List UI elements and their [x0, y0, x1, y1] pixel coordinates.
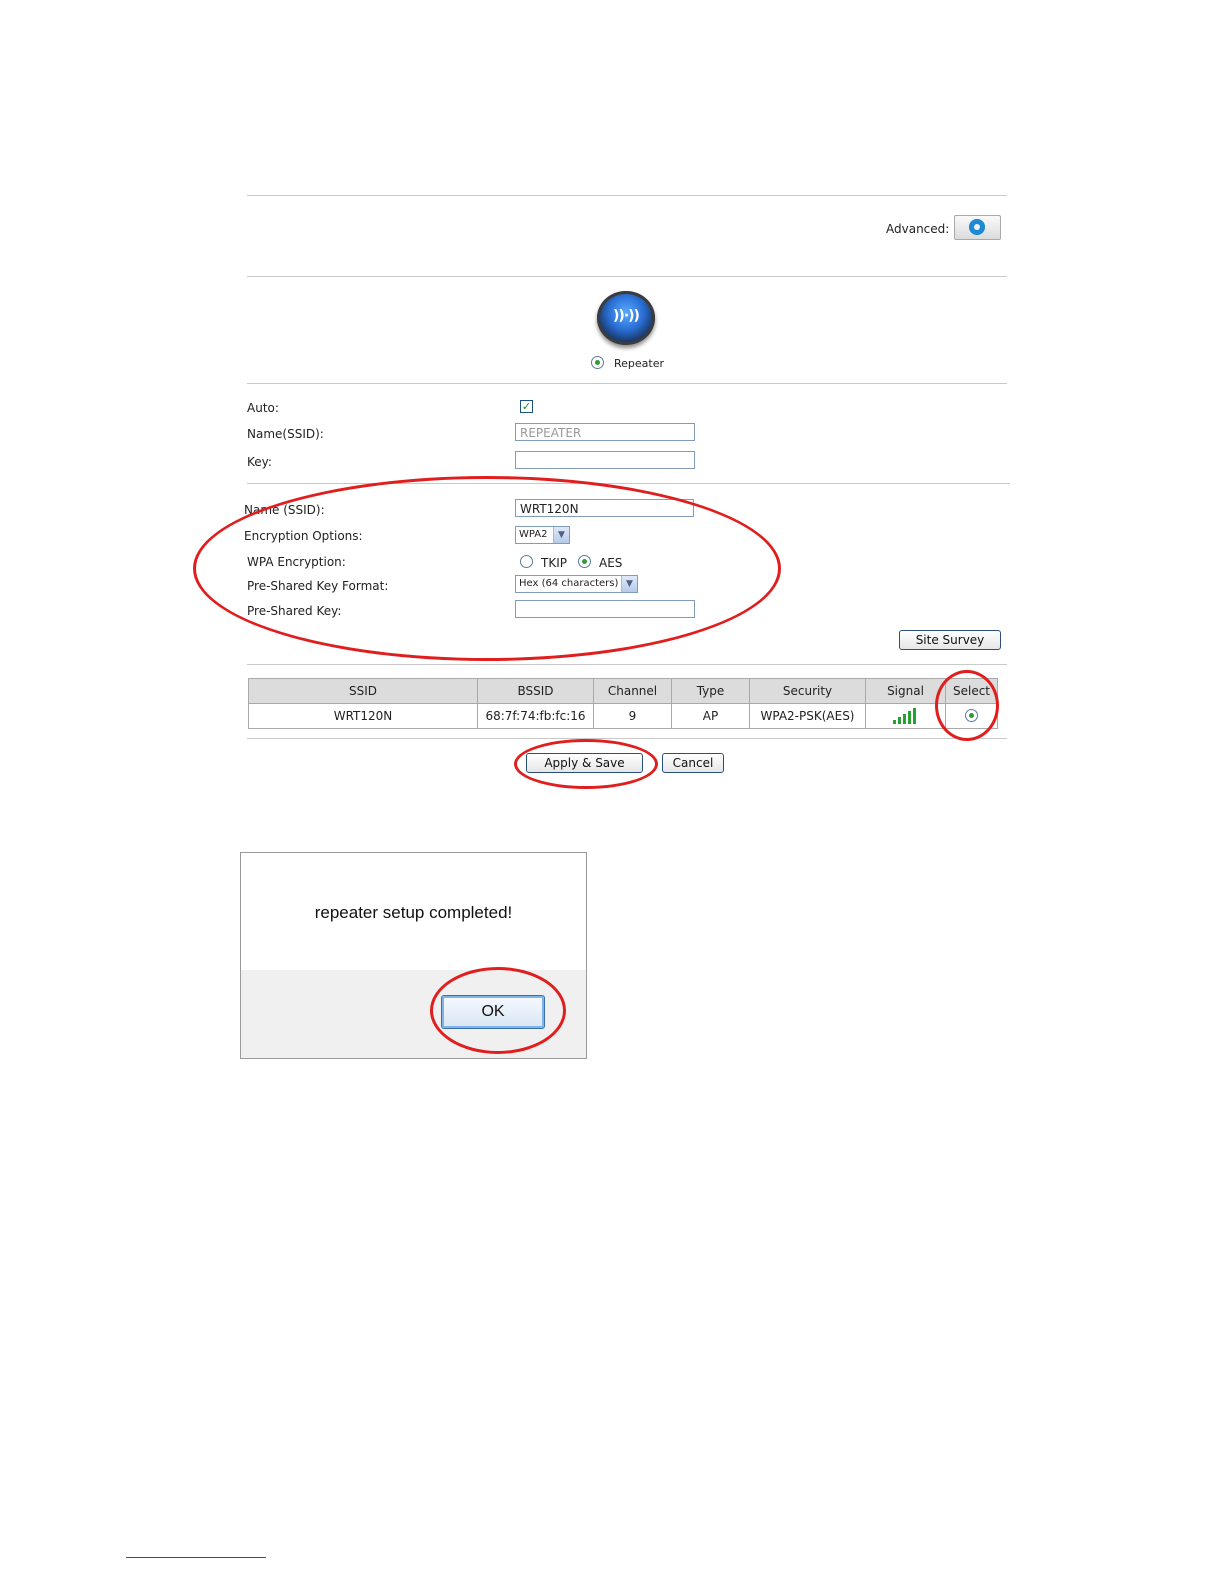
col-bssid: BSSID [477, 678, 594, 704]
survey-divider [247, 664, 1007, 665]
cell-security: WPA2-PSK(AES) [749, 703, 866, 729]
signal-bar [898, 717, 901, 724]
table-row[interactable]: WRT120N 68:7f:74:fb:fc:16 9 AP WPA2-PSK(… [248, 703, 998, 729]
col-security: Security [749, 678, 866, 704]
col-channel: Channel [593, 678, 672, 704]
repeater-mode-radio[interactable] [591, 356, 604, 369]
header-divider [247, 276, 1007, 277]
signal-strength-icon [893, 708, 918, 724]
signal-bar [908, 711, 911, 724]
signal-bar [913, 708, 916, 724]
cell-ssid: WRT120N [248, 703, 478, 729]
footer-link-underline [126, 1557, 266, 1558]
col-type: Type [671, 678, 750, 704]
top-divider [247, 195, 1007, 196]
wireless-waves-glyph: ))·)) [613, 308, 640, 324]
table-header-row: SSID BSSID Channel Type Security Signal … [248, 678, 998, 704]
local-key-label: Key: [247, 455, 272, 469]
repeater-mode-label: Repeater [614, 357, 665, 370]
dialog-message: repeater setup completed! [314, 903, 513, 922]
advanced-button[interactable] [954, 215, 1001, 240]
annotation-ring-select [935, 670, 999, 741]
table-divider [247, 738, 1007, 739]
annotation-ring-apply [514, 739, 658, 789]
col-signal: Signal [865, 678, 946, 704]
mode-divider [247, 383, 1007, 384]
repeater-wireless-icon[interactable]: ))·)) [597, 291, 655, 345]
cancel-button[interactable]: Cancel [662, 753, 724, 773]
signal-bar [893, 720, 896, 724]
local-ssid-label: Name(SSID): [247, 427, 324, 441]
auto-label: Auto: [247, 401, 279, 415]
cell-signal [865, 703, 946, 729]
advanced-label: Advanced: [886, 222, 950, 236]
cell-bssid: 68:7f:74:fb:fc:16 [477, 703, 594, 729]
local-ssid-input[interactable]: REPEATER [515, 423, 695, 441]
cell-type: AP [671, 703, 750, 729]
gear-icon [969, 219, 985, 235]
site-survey-table: SSID BSSID Channel Type Security Signal … [248, 678, 998, 729]
cell-channel: 9 [593, 703, 672, 729]
annotation-ring-ok [430, 967, 566, 1054]
site-survey-button[interactable]: Site Survey [899, 630, 1001, 650]
col-ssid: SSID [248, 678, 478, 704]
annotation-ring-remote-settings [193, 476, 781, 661]
local-key-input[interactable] [515, 451, 695, 469]
signal-bar [903, 714, 906, 724]
auto-checkbox[interactable]: ✓ [520, 400, 533, 413]
